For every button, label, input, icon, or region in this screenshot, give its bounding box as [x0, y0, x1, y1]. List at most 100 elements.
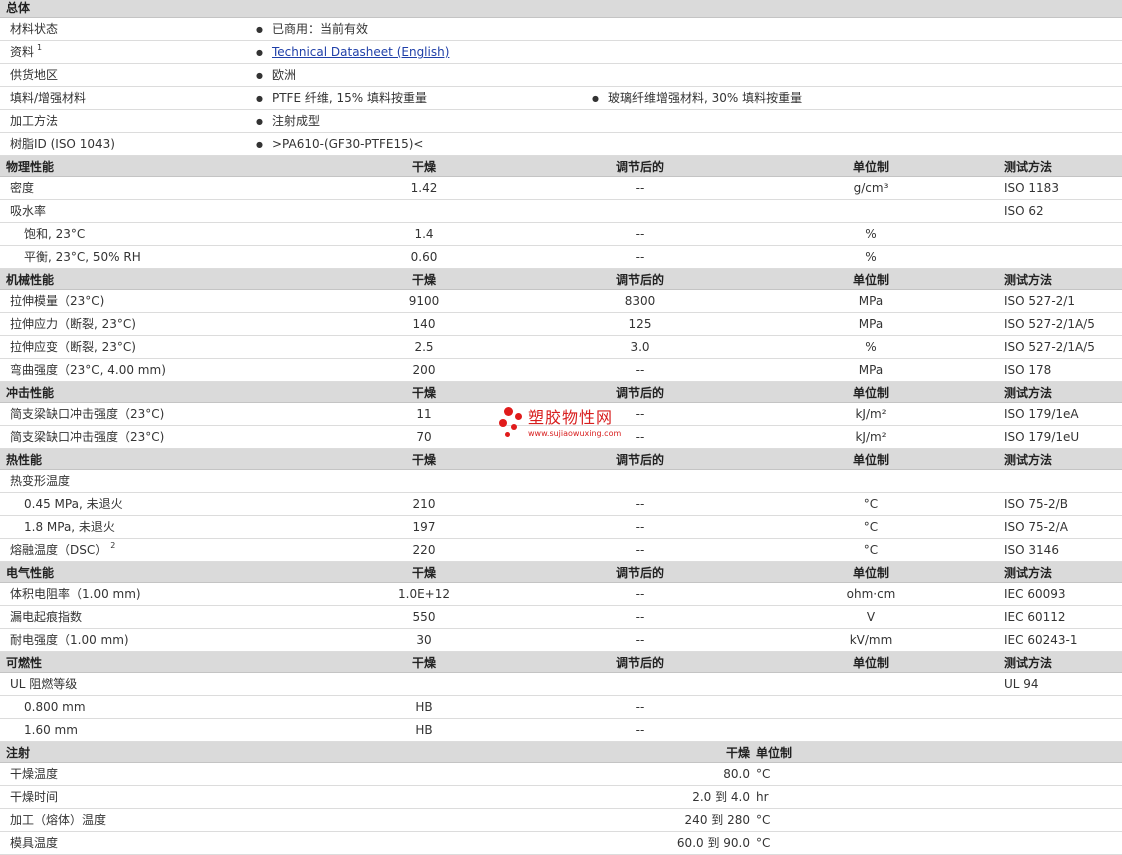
section-header: 冲击性能 干燥 调节后的 单位制 测试方法 — [0, 382, 1122, 403]
general-value: 欧洲 — [256, 64, 296, 88]
value-test-method: ISO 1183 — [1004, 181, 1059, 195]
value-test-method: ISO 179/1eA — [1004, 407, 1079, 421]
general-value: PTFE 纤维, 15% 填料按重量 — [256, 87, 427, 111]
property-label: 饱和, 23°C — [24, 223, 85, 245]
value-conditioned: -- — [635, 633, 645, 647]
property-row: 0.45 MPa, 未退火 210 -- °C ISO 75-2/B — [0, 493, 1122, 516]
column-header-dry: 干燥 — [411, 386, 437, 400]
value-unit: ohm·cm — [846, 587, 896, 601]
general-row: 加工方法 注射成型 — [0, 110, 1122, 133]
value-dry: 220 — [412, 543, 436, 557]
general-label: 加工方法 — [10, 110, 58, 132]
general-label: 树脂ID (ISO 1043) — [10, 133, 115, 155]
column-header-conditioned: 调节后的 — [615, 160, 665, 174]
property-row: 0.800 mm HB -- — [0, 696, 1122, 719]
property-row: 拉伸应力（断裂, 23°C) 140 125 MPa ISO 527-2/1A/5 — [0, 313, 1122, 336]
property-label: 弯曲强度（23°C, 4.00 mm) — [10, 359, 166, 381]
value-test-method: ISO 75-2/B — [1004, 497, 1068, 511]
section-title: 热性能 — [6, 453, 43, 467]
value-test-method: ISO 62 — [1004, 204, 1044, 218]
value-dry: 140 — [412, 317, 436, 331]
property-label-text: UL 阻燃等级 — [10, 677, 78, 691]
property-label: 1.8 MPa, 未退火 — [24, 516, 115, 538]
property-label-text: 拉伸应力（断裂, 23°C) — [10, 317, 136, 331]
general-label-text: 树脂ID (ISO 1043) — [10, 137, 115, 151]
value-test-method: UL 94 — [1004, 677, 1039, 691]
property-label: 0.45 MPa, 未退火 — [24, 493, 123, 515]
injection-value: 60.0 到 90.0 — [676, 836, 750, 850]
property-label-text: 弯曲强度（23°C, 4.00 mm) — [10, 363, 166, 377]
property-row: 熔融温度（DSC） 2 220 -- °C ISO 3146 — [0, 539, 1122, 562]
section-title: 机械性能 — [6, 273, 55, 287]
watermark-title: 塑胶物性网 — [528, 408, 614, 427]
value-conditioned: -- — [635, 587, 645, 601]
injection-label: 干燥时间 — [10, 790, 59, 804]
value-test-method: ISO 75-2/A — [1004, 520, 1068, 534]
property-row: 漏电起痕指数 550 -- V IEC 60112 — [0, 606, 1122, 629]
value-test-method: ISO 527-2/1A/5 — [1004, 340, 1095, 354]
logo-dot-icon — [515, 413, 522, 420]
logo-dot-icon — [504, 407, 513, 416]
value-conditioned: -- — [635, 610, 645, 624]
section-title: 可燃性 — [6, 656, 43, 670]
general-value: 玻璃纤维增强材料, 30% 填料按重量 — [592, 87, 802, 111]
value-conditioned: -- — [635, 497, 645, 511]
column-header-conditioned: 调节后的 — [615, 566, 665, 580]
injection-unit: °C — [756, 836, 771, 850]
section-header-injection: 注射 干燥 单位制 — [0, 742, 1122, 763]
general-value: 已商用：当前有效 — [256, 18, 368, 42]
column-header-dry: 干燥 — [411, 273, 437, 287]
injection-unit: °C — [756, 767, 771, 781]
injection-row: 模具温度 60.0 到 90.0 °C — [0, 832, 1122, 855]
section-header: 热性能 干燥 调节后的 单位制 测试方法 — [0, 449, 1122, 470]
column-header-test-method: 测试方法 — [1004, 273, 1053, 287]
column-header-unit: 单位制 — [852, 656, 890, 670]
value-conditioned: -- — [635, 227, 645, 241]
section-header: 可燃性 干燥 调节后的 单位制 测试方法 — [0, 652, 1122, 673]
property-row: 密度 1.42 -- g/cm³ ISO 1183 — [0, 177, 1122, 200]
property-row: 耐电强度（1.00 mm) 30 -- kV/mm IEC 60243-1 — [0, 629, 1122, 652]
value-dry: 70 — [416, 430, 432, 444]
footnote-marker: 1 — [37, 43, 43, 52]
injection-label: 模具温度 — [10, 836, 59, 850]
column-header-unit: 单位制 — [852, 453, 890, 467]
value-unit: kV/mm — [849, 633, 893, 647]
injection-label: 加工（熔体）温度 — [10, 813, 107, 827]
value-test-method: ISO 3146 — [1004, 543, 1059, 557]
injection-unit: hr — [756, 790, 769, 804]
injection-value: 80.0 — [723, 767, 750, 781]
property-row: 1.60 mm HB -- — [0, 719, 1122, 742]
property-label: 漏电起痕指数 — [10, 606, 82, 628]
section-header: 物理性能 干燥 调节后的 单位制 测试方法 — [0, 156, 1122, 177]
property-label: 0.800 mm — [24, 696, 86, 718]
value-dry: HB — [415, 700, 433, 714]
property-label-text: 拉伸应变（断裂, 23°C) — [10, 340, 136, 354]
property-label-text: 拉伸模量（23°C) — [10, 294, 105, 308]
value-dry: HB — [415, 723, 433, 737]
general-label-text: 加工方法 — [10, 114, 59, 128]
value-dry: 30 — [416, 633, 432, 647]
general-label: 材料状态 — [10, 18, 58, 40]
property-label: 拉伸应变（断裂, 23°C) — [10, 336, 136, 358]
general-label: 资料 1 — [10, 41, 42, 63]
datasheet-link[interactable]: Technical Datasheet (English) — [272, 45, 449, 59]
property-label-text: 平衡, 23°C, 50% RH — [24, 250, 141, 264]
value-unit: % — [865, 340, 877, 354]
column-header-dry: 干燥 — [411, 160, 437, 174]
property-label: 拉伸应力（断裂, 23°C) — [10, 313, 136, 335]
property-label: 简支梁缺口冲击强度（23°C) — [10, 426, 164, 448]
general-value: >PA610-(GF30-PTFE15)< — [256, 133, 424, 157]
injection-row: 加工（熔体）温度 240 到 280 °C — [0, 809, 1122, 832]
property-label: 吸水率 — [10, 200, 46, 222]
column-header-test-method: 测试方法 — [1004, 453, 1053, 467]
value-unit: kJ/m² — [855, 407, 887, 421]
column-header-conditioned: 调节后的 — [615, 386, 665, 400]
watermark-url: www.sujiaowuxing.com — [528, 429, 622, 438]
property-label-text: 0.45 MPa, 未退火 — [24, 497, 123, 511]
value-unit: g/cm³ — [853, 181, 889, 195]
section-title: 电气性能 — [6, 566, 55, 580]
value-dry: 1.42 — [410, 181, 438, 195]
property-label: 简支梁缺口冲击强度（23°C) — [10, 403, 164, 425]
value-test-method: ISO 527-2/1 — [1004, 294, 1075, 308]
column-header-unit: 单位制 — [852, 386, 890, 400]
